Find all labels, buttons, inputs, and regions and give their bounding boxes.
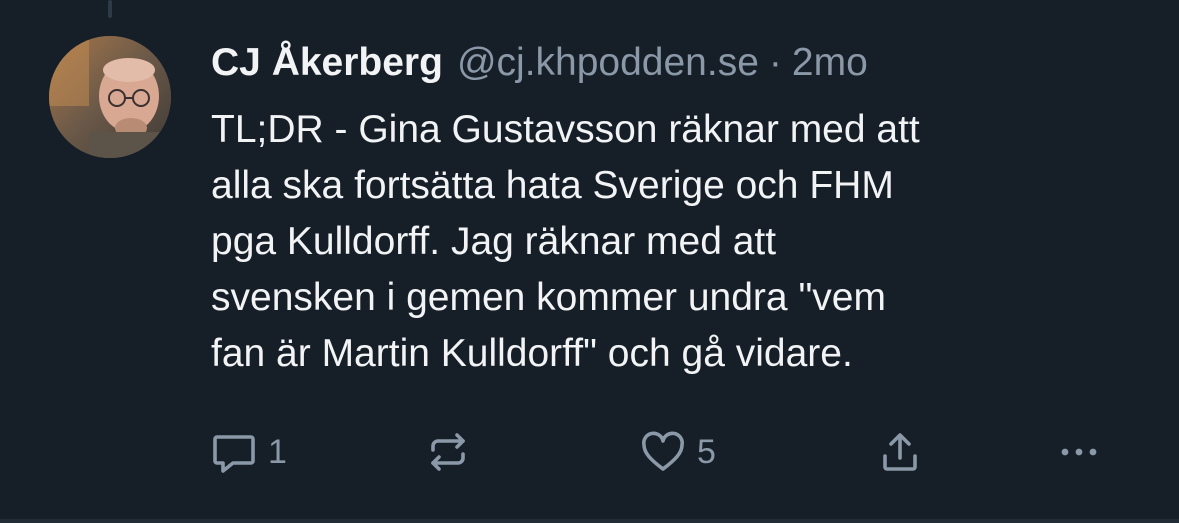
heart-icon xyxy=(642,431,684,471)
author-handle[interactable]: @cj.khpodden.se xyxy=(457,38,759,88)
post-text-line: alla ska fortsätta hata Sverige och FHM xyxy=(211,164,894,207)
thread-line xyxy=(108,0,112,18)
reply-count: 1 xyxy=(268,432,287,471)
avatar[interactable] xyxy=(49,36,171,158)
share-icon xyxy=(883,433,917,471)
post-text: TL;DR - Gina Gustavsson räknar med att a… xyxy=(211,102,1111,382)
share-button[interactable] xyxy=(876,424,924,480)
post-text-line: svensken i gemen kommer undra "vem xyxy=(211,276,886,319)
post-text-line: pga Kulldorff. Jag räknar med att xyxy=(211,220,777,263)
repost-button[interactable] xyxy=(424,424,482,480)
post-actions: 1 5 xyxy=(0,424,1179,480)
like-count: 5 xyxy=(697,432,716,471)
post-text-line: TL;DR - Gina Gustavsson räknar med att xyxy=(211,108,920,151)
reply-icon xyxy=(213,435,255,473)
like-button[interactable]: 5 xyxy=(639,424,716,480)
post-timestamp[interactable]: 2mo xyxy=(792,38,868,88)
post-item[interactable]: CJ Åkerberg @cj.khpodden.se · 2mo TL;DR … xyxy=(0,0,1179,523)
repost-icon xyxy=(431,433,465,471)
divider xyxy=(0,519,1179,523)
post-header: CJ Åkerberg @cj.khpodden.se · 2mo xyxy=(211,38,868,88)
more-options-button[interactable] xyxy=(1055,424,1103,480)
reply-button[interactable]: 1 xyxy=(210,424,287,480)
profile-photo xyxy=(49,36,171,158)
post-text-line: fan är Martin Kulldorff" och gå vidare. xyxy=(211,332,853,375)
header-separator: · xyxy=(768,41,782,84)
author-display-name[interactable]: CJ Åkerberg xyxy=(211,38,443,88)
more-icon xyxy=(1061,448,1097,456)
